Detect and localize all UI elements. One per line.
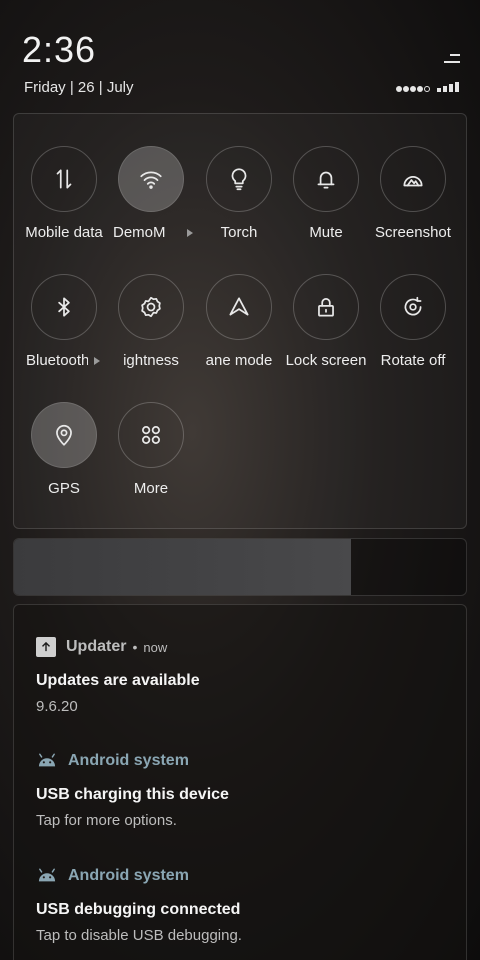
screenshot-icon (380, 146, 446, 212)
tile-bluetooth[interactable]: Bluetooth (20, 274, 108, 384)
notification-text: Tap for more options. (36, 812, 177, 829)
separator-dot: • (132, 639, 138, 655)
bluetooth-icon (31, 274, 97, 340)
tile-mobile-data[interactable]: Mobile data (20, 146, 108, 256)
notification-app-name: Android system (68, 752, 189, 769)
notification-header: Android system (36, 751, 456, 771)
quick-settings-panel: Mobile data DemoM Torch Mute Screenshot … (13, 113, 467, 529)
android-icon (36, 867, 58, 885)
brightness-slider[interactable] (13, 538, 467, 596)
expand-arrow-icon[interactable] (94, 357, 100, 365)
plane-mode-icon (206, 274, 272, 340)
notification-title: USB charging this device (36, 786, 229, 803)
menu-icon[interactable] (444, 54, 460, 66)
notification-app-name: Android system (68, 867, 189, 884)
tile-torch[interactable]: Torch (195, 146, 283, 256)
tile-label: Mobile data (25, 224, 103, 241)
android-icon (36, 752, 58, 770)
notification-updater[interactable]: Updater • now Updates are available 9.6.… (36, 637, 456, 715)
wifi-icon (118, 146, 184, 212)
tile-gps[interactable]: GPS (20, 402, 108, 512)
tile-wifi[interactable]: DemoM (107, 146, 195, 256)
update-arrow-icon (36, 637, 56, 657)
notification-header: Updater • now (36, 637, 456, 657)
mobile-data-icon (31, 146, 97, 212)
grid-icon (118, 402, 184, 468)
tile-brightness[interactable]: ightness (107, 274, 195, 384)
notification-panel: Updater • now Updates are available 9.6.… (13, 604, 467, 960)
notification-app-name: Updater (66, 638, 127, 655)
tile-screenshot[interactable]: Screenshot (369, 146, 457, 256)
notification-header: Android system (36, 866, 456, 886)
notification-text: Tap to disable USB debugging. (36, 927, 242, 944)
tile-plane-mode[interactable]: ane mode (195, 274, 283, 384)
torch-icon (206, 146, 272, 212)
signal-dots-icon (396, 86, 430, 92)
brightness-fill (14, 539, 351, 595)
tile-label: Torch (220, 224, 258, 241)
location-pin-icon (31, 402, 97, 468)
notification-title: USB debugging connected (36, 901, 241, 918)
bell-icon (293, 146, 359, 212)
signal-bars-icon (437, 82, 459, 92)
tile-label: DemoM (113, 224, 166, 241)
clock: 2:36 (22, 29, 97, 70)
brightness-gear-icon (118, 274, 184, 340)
date[interactable]: Friday | 26 | July (24, 79, 134, 96)
tile-label: Rotate off (380, 352, 446, 369)
tile-rotate[interactable]: Rotate off (369, 274, 457, 384)
tile-label: GPS (48, 480, 80, 497)
tile-lock-screen[interactable]: Lock screen (282, 274, 370, 384)
tile-label: Mute (309, 224, 343, 241)
tile-label: Bluetooth (26, 352, 88, 369)
tile-mute[interactable]: Mute (282, 146, 370, 256)
notification-title: Updates are available (36, 672, 200, 689)
notification-usb-charging[interactable]: Android system USB charging this device … (36, 751, 456, 829)
tile-label: ane mode (205, 352, 273, 369)
notification-time: now (143, 639, 168, 655)
rotate-icon (380, 274, 446, 340)
notification-usb-debugging[interactable]: Android system USB debugging connected T… (36, 866, 456, 944)
tile-label: ightness (123, 352, 179, 369)
signal-status (396, 80, 459, 92)
tile-label: Lock screen (285, 352, 367, 369)
lock-icon (293, 274, 359, 340)
tile-more[interactable]: More (107, 402, 195, 512)
tile-label: More (133, 480, 169, 497)
tile-label: Screenshot (375, 224, 451, 241)
notification-text: 9.6.20 (36, 698, 78, 715)
